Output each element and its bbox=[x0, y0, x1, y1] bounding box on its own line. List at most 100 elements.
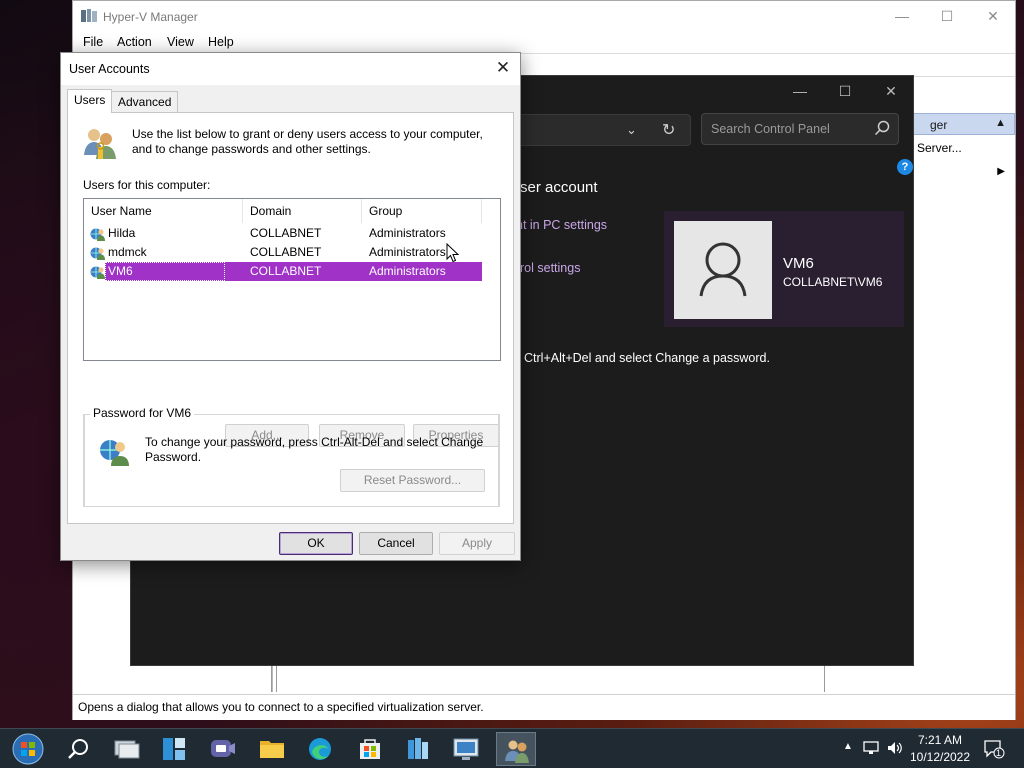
menu-file[interactable]: File bbox=[83, 35, 103, 49]
edge-browser-icon bbox=[309, 738, 331, 760]
task-view-icon bbox=[114, 740, 140, 759]
hyperv-app-icon bbox=[81, 9, 97, 22]
tab-users[interactable]: Users bbox=[67, 89, 113, 113]
folder-icon bbox=[260, 741, 284, 758]
clock-date: 10/12/2022 bbox=[909, 750, 971, 764]
cp-link-pc-settings[interactable]: nt in PC settings bbox=[516, 218, 607, 232]
pane-divider[interactable] bbox=[276, 665, 277, 692]
user-row-mdmck[interactable]: mdmck COLLABNET Administrators bbox=[86, 243, 482, 262]
column-header-user-name[interactable]: User Name bbox=[84, 199, 243, 223]
taskbar-search-button[interactable] bbox=[58, 732, 98, 766]
notification-count-badge: 1 bbox=[996, 748, 1002, 758]
cp-search-input[interactable]: Search Control Panel bbox=[701, 113, 899, 145]
start-button[interactable] bbox=[6, 732, 50, 766]
clock-time: 7:21 AM bbox=[917, 733, 963, 747]
action-connect-to-server[interactable]: Server... bbox=[917, 141, 962, 155]
group-cell: Administrators bbox=[369, 245, 446, 259]
cancel-button[interactable]: Cancel bbox=[359, 532, 433, 555]
cp-close-button[interactable]: ✕ bbox=[868, 78, 914, 104]
hyperv-maximize-button[interactable]: ☐ bbox=[924, 1, 970, 31]
hyperv-menubar: File Action View Help bbox=[73, 31, 1015, 53]
users-list-label: Users for this computer: bbox=[83, 178, 211, 192]
cp-link-control-settings[interactable]: rol settings bbox=[520, 261, 580, 275]
ok-button[interactable]: OK bbox=[279, 532, 353, 555]
taskbar-store-button[interactable] bbox=[350, 732, 390, 766]
help-icon[interactable]: ? bbox=[897, 159, 913, 175]
taskbar-widgets-button[interactable] bbox=[154, 732, 194, 766]
taskbar-task-view-button[interactable] bbox=[106, 732, 146, 766]
status-text: Opens a dialog that allows you to connec… bbox=[78, 700, 484, 714]
search-icon[interactable] bbox=[874, 120, 890, 136]
tab-advanced[interactable]: Advanced bbox=[111, 91, 179, 113]
user-row-vm6[interactable]: VM6 COLLABNET Administrators bbox=[86, 262, 482, 281]
user-globe-icon bbox=[90, 266, 105, 279]
menu-help[interactable]: Help bbox=[208, 35, 234, 49]
taskbar-hyperv-button[interactable] bbox=[398, 732, 438, 766]
hyperv-minimize-button[interactable]: — bbox=[879, 1, 925, 31]
column-header-domain[interactable]: Domain bbox=[243, 199, 362, 223]
user-name-cell: VM6 bbox=[108, 264, 133, 278]
taskbar-user-accounts-button[interactable] bbox=[496, 732, 536, 766]
cp-maximize-button[interactable]: ☐ bbox=[822, 78, 868, 104]
actions-header-label: ger bbox=[930, 118, 948, 132]
intro-text: Use the list below to grant or deny user… bbox=[132, 127, 483, 156]
cp-search-placeholder: Search Control Panel bbox=[711, 122, 830, 136]
apply-button[interactable]: Apply bbox=[439, 532, 515, 555]
password-group: Password for VM6 To change your password… bbox=[83, 406, 499, 507]
taskbar: ▲ 7:21 AM 10/12/2022 1 bbox=[0, 728, 1024, 768]
submenu-arrow-icon[interactable]: ▶ bbox=[997, 166, 1005, 177]
taskbar-remote-desktop-button[interactable] bbox=[446, 732, 486, 766]
user-globe-icon bbox=[100, 440, 129, 466]
domain-cell: COLLABNET bbox=[250, 226, 322, 240]
column-header-group[interactable]: Group bbox=[362, 199, 482, 223]
chevron-down-icon[interactable]: ⌄ bbox=[626, 122, 637, 138]
dialog-title: User Accounts bbox=[69, 62, 150, 76]
hyperv-manager-icon bbox=[408, 738, 428, 759]
hyperv-close-button[interactable]: ✕ bbox=[970, 1, 1016, 31]
close-icon[interactable]: ✕ bbox=[492, 57, 514, 79]
teams-chat-icon bbox=[211, 740, 235, 757]
taskbar-edge-button[interactable] bbox=[300, 732, 340, 766]
actions-header[interactable]: ger ▲ bbox=[913, 113, 1015, 135]
search-icon bbox=[68, 739, 88, 759]
refresh-icon[interactable]: ↻ bbox=[662, 120, 675, 140]
cp-user-domain: COLLABNET\VM6 bbox=[783, 275, 883, 289]
menu-action[interactable]: Action bbox=[117, 35, 152, 49]
chevron-up-icon[interactable]: ▲ bbox=[995, 117, 1006, 129]
pane-divider[interactable] bbox=[824, 665, 825, 692]
show-hidden-icons-chevron-icon[interactable]: ▲ bbox=[843, 741, 853, 752]
menu-view[interactable]: View bbox=[167, 35, 194, 49]
cp-password-hint: Ctrl+Alt+Del and select Change a passwor… bbox=[524, 351, 770, 365]
remote-desktop-icon bbox=[453, 738, 479, 760]
user-name-cell: mdmck bbox=[108, 245, 147, 259]
user-silhouette-icon bbox=[699, 242, 747, 297]
listview-header: User Name Domain Group bbox=[84, 199, 482, 223]
hyperv-titlebar[interactable]: Hyper-V Manager — ☐ ✕ bbox=[73, 1, 1015, 31]
domain-cell: COLLABNET bbox=[250, 264, 322, 278]
dialog-titlebar[interactable]: User Accounts ✕ bbox=[61, 53, 520, 85]
taskbar-file-explorer-button[interactable] bbox=[252, 732, 292, 766]
hyperv-actions-pane: ger ▲ Server... ▶ bbox=[913, 113, 1015, 691]
cp-minimize-button[interactable]: — bbox=[777, 78, 823, 104]
user-row-hilda[interactable]: Hilda COLLABNET Administrators bbox=[86, 224, 482, 243]
cp-address-bar[interactable]: ⌄ ↻ bbox=[491, 114, 691, 146]
notification-icon[interactable] bbox=[983, 739, 1005, 759]
cp-heading: ser account bbox=[520, 179, 598, 196]
reset-password-button[interactable]: Reset Password... bbox=[340, 469, 485, 492]
user-name-cell: Hilda bbox=[108, 226, 136, 240]
pane-divider[interactable] bbox=[271, 665, 272, 692]
password-group-label: Password for VM6 bbox=[90, 406, 195, 420]
password-instructions: To change your password, press Ctrl-Alt-… bbox=[145, 435, 484, 464]
domain-cell: COLLABNET bbox=[250, 245, 322, 259]
group-cell: Administrators bbox=[369, 226, 446, 240]
network-icon[interactable] bbox=[862, 739, 880, 757]
users-listview[interactable]: User Name Domain Group Hilda COLLABNET A… bbox=[83, 198, 501, 361]
users-group-icon bbox=[84, 129, 116, 159]
clock[interactable]: 7:21 AM 10/12/2022 bbox=[905, 732, 975, 766]
avatar bbox=[674, 221, 772, 319]
taskbar-chat-button[interactable] bbox=[202, 732, 242, 766]
volume-icon[interactable] bbox=[886, 739, 904, 757]
hyperv-title: Hyper-V Manager bbox=[103, 10, 198, 24]
user-accounts-dialog: User Accounts ✕ Users Advanced Use the l… bbox=[60, 52, 521, 561]
windows-start-orb-icon bbox=[12, 733, 44, 765]
